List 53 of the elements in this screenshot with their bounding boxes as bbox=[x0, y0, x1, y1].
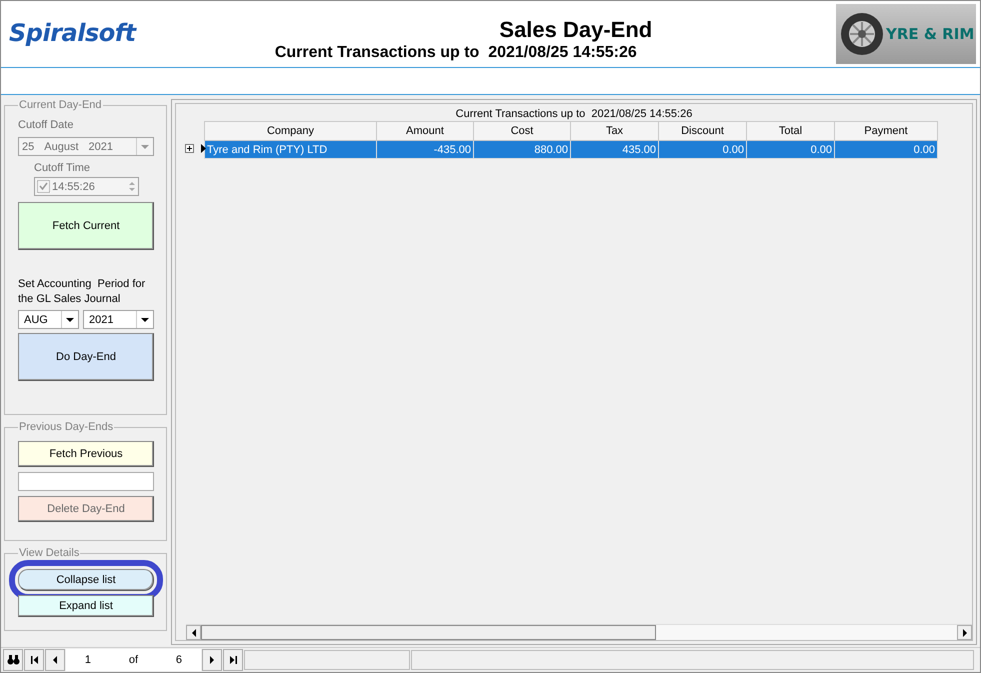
previous-record-button[interactable] bbox=[45, 649, 65, 671]
first-icon bbox=[30, 656, 38, 664]
next-record-button[interactable] bbox=[202, 649, 222, 671]
arrow-right-icon bbox=[209, 656, 215, 664]
first-record-button[interactable] bbox=[24, 649, 44, 671]
column-header[interactable]: Tax bbox=[570, 122, 658, 140]
arrow-left-icon bbox=[52, 656, 58, 664]
search-button[interactable] bbox=[3, 649, 23, 671]
binoculars-icon bbox=[6, 655, 20, 665]
brand-logo: Spiralsoft bbox=[9, 19, 136, 47]
column-header[interactable]: Company bbox=[204, 122, 376, 140]
table-cell: 435.00 bbox=[570, 140, 658, 158]
fetch-previous-button[interactable]: Fetch Previous bbox=[18, 441, 154, 467]
column-header[interactable]: Total bbox=[746, 122, 834, 140]
tyre-icon bbox=[840, 12, 884, 56]
fetch-current-button[interactable]: Fetch Current bbox=[18, 202, 154, 250]
table-cell: 0.00 bbox=[834, 140, 938, 158]
record-of-label: of bbox=[128, 654, 138, 666]
column-header[interactable]: Cost bbox=[474, 122, 570, 140]
record-total: 6 bbox=[176, 654, 182, 666]
company-logo: YRE & RIM bbox=[836, 4, 976, 64]
expand-plus-icon[interactable] bbox=[185, 144, 194, 153]
arrow-right-icon bbox=[962, 628, 968, 636]
period-label: Set Accounting Period for the GL Sales Journal bbox=[18, 277, 146, 307]
cutoff-date-label: Cutoff Date bbox=[18, 119, 74, 131]
year-dropdown[interactable]: 2021 bbox=[83, 310, 154, 329]
column-header[interactable]: Discount bbox=[658, 122, 746, 140]
column-header[interactable]: Amount bbox=[376, 122, 474, 140]
column-header[interactable]: Payment bbox=[834, 122, 938, 140]
arrow-left-icon bbox=[190, 628, 196, 636]
cutoff-time-label: Cutoff Time bbox=[34, 162, 92, 174]
table-cell: 0.00 bbox=[658, 140, 746, 158]
caret-down-icon bbox=[66, 318, 74, 322]
table-cell: -435.00 bbox=[376, 140, 474, 158]
grid-caption: Current Transactions up to 2021/08/25 14:55:26 bbox=[454, 108, 694, 120]
table-cell: 0.00 bbox=[746, 140, 834, 158]
group-title: View Details bbox=[18, 547, 80, 559]
group-title: Previous Day-Ends bbox=[18, 421, 114, 433]
do-day-end-button[interactable]: Do Day-End bbox=[18, 333, 154, 381]
caret-down-icon bbox=[141, 318, 149, 322]
record-number: 1 bbox=[84, 654, 92, 666]
last-icon bbox=[230, 656, 236, 664]
caret-down-icon bbox=[141, 144, 149, 148]
table-cell: 880.00 bbox=[474, 140, 570, 158]
page-title: Sales Day-End bbox=[499, 17, 652, 43]
group-title: Current Day-End bbox=[18, 99, 103, 111]
month-dropdown[interactable]: AUG bbox=[18, 310, 79, 329]
row-pointer-icon bbox=[201, 144, 206, 153]
last-record-button[interactable] bbox=[223, 649, 243, 671]
expand-list-button[interactable]: Expand list bbox=[18, 595, 154, 617]
page-subtitle: Current Transactions up to 2021/08/25 14:55:26 bbox=[274, 44, 637, 62]
input-field[interactable] bbox=[18, 472, 154, 491]
horizontal-scrollbar[interactable] bbox=[186, 624, 972, 640]
